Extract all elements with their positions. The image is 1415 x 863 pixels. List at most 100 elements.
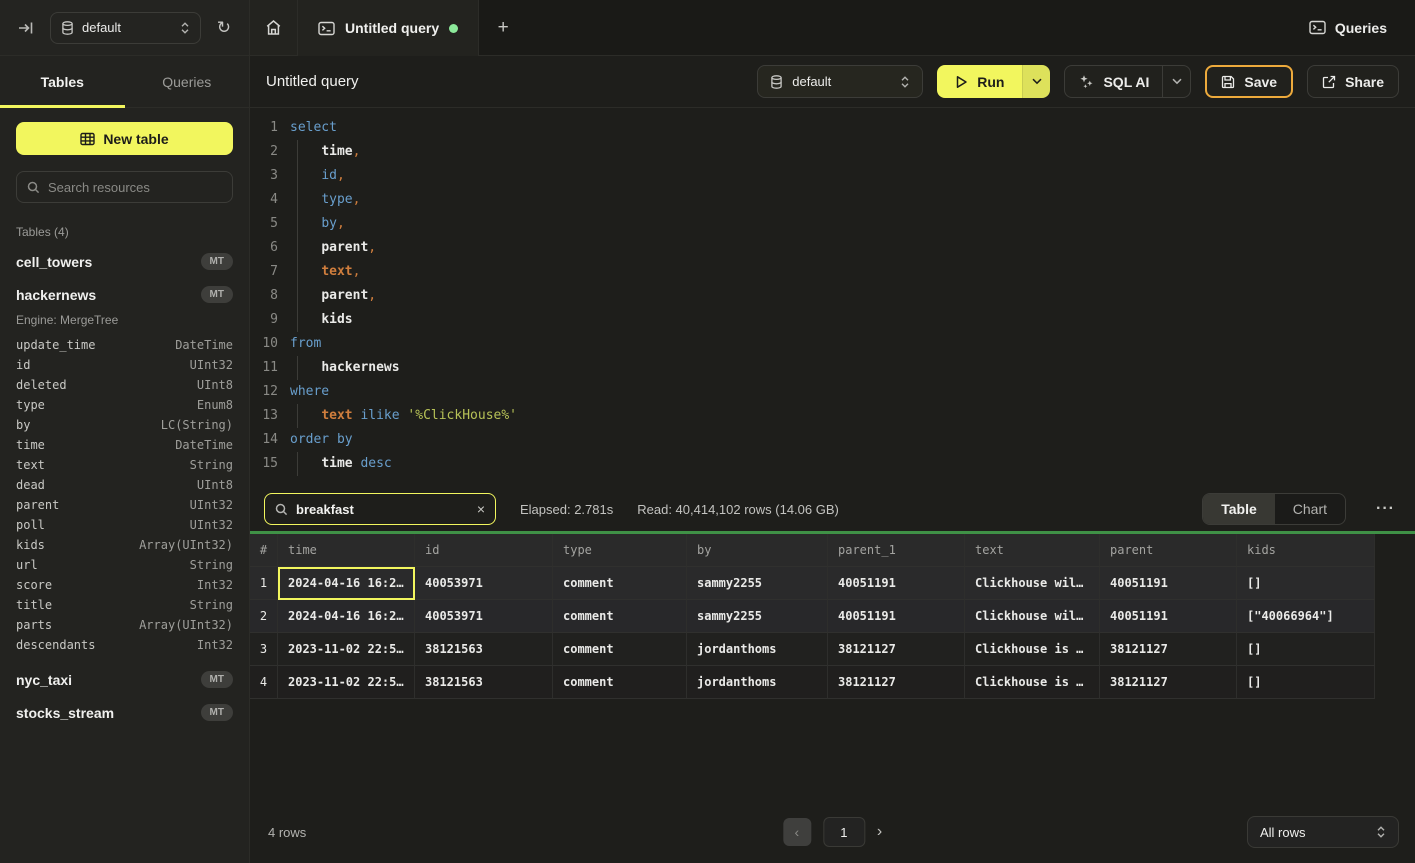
column-header[interactable]: text <box>965 534 1100 567</box>
table-column-row[interactable]: typeEnum8 <box>16 395 233 415</box>
table-column-row[interactable]: timeDateTime <box>16 435 233 455</box>
view-toggle-table[interactable]: Table <box>1203 494 1275 524</box>
column-header[interactable]: parent <box>1100 534 1237 567</box>
table-column-row[interactable]: byLC(String) <box>16 415 233 435</box>
collapse-sidebar-button[interactable] <box>14 16 38 40</box>
table-cell[interactable]: [] <box>1237 633 1375 666</box>
table-column-row[interactable]: parentUInt32 <box>16 495 233 515</box>
results-more-button[interactable]: ··· <box>1370 496 1401 522</box>
column-header[interactable]: kids <box>1237 534 1375 567</box>
table-cell[interactable]: 38121127 <box>828 633 965 666</box>
toolbar-database-selector[interactable]: default <box>757 65 923 98</box>
table-list-item[interactable]: cell_towersMT <box>16 245 233 278</box>
table-column-row[interactable]: partsArray(UInt32) <box>16 615 233 635</box>
sidebar-search[interactable] <box>16 171 233 203</box>
table-cell[interactable]: [] <box>1237 666 1375 699</box>
column-header[interactable]: # <box>250 534 278 567</box>
view-toggle-chart[interactable]: Chart <box>1275 494 1345 524</box>
table-list-item[interactable]: hackernewsMT <box>16 278 233 311</box>
column-header[interactable]: id <box>415 534 553 567</box>
table-cell[interactable]: Clickhouse is a … <box>965 633 1100 666</box>
sidebar-search-input[interactable] <box>48 180 222 195</box>
table-column-row[interactable]: update_timeDateTime <box>16 335 233 355</box>
table-list-item[interactable]: nyc_taxiMT <box>16 663 233 696</box>
table-column-row[interactable]: deletedUInt8 <box>16 375 233 395</box>
table-cell[interactable]: comment <box>553 567 687 600</box>
table-cell[interactable]: 40051191 <box>828 600 965 633</box>
code-line[interactable]: 10from <box>250 332 1415 356</box>
refresh-button[interactable]: ↻ <box>213 14 235 42</box>
code-line[interactable]: 6 parent, <box>250 236 1415 260</box>
page-size-selector[interactable]: All rows <box>1247 816 1399 848</box>
table-cell[interactable]: comment <box>553 633 687 666</box>
table-cell[interactable]: 2024-04-16 16:24… <box>278 567 415 600</box>
table-column-row[interactable]: deadUInt8 <box>16 475 233 495</box>
new-table-button[interactable]: New table <box>16 122 233 155</box>
code-line[interactable]: 9 kids <box>250 308 1415 332</box>
results-search-input[interactable] <box>296 502 469 517</box>
sidebar-tab-queries[interactable]: Queries <box>125 56 250 107</box>
table-cell[interactable]: Clickhouse will … <box>965 567 1100 600</box>
table-column-row[interactable]: pollUInt32 <box>16 515 233 535</box>
table-cell[interactable]: jordanthoms <box>687 633 828 666</box>
table-cell[interactable]: 38121127 <box>828 666 965 699</box>
code-line[interactable]: 11 hackernews <box>250 356 1415 380</box>
queries-link[interactable]: Queries <box>1281 0 1415 55</box>
page-number[interactable]: 1 <box>823 817 865 847</box>
code-line[interactable]: 13 text ilike '%ClickHouse%' <box>250 404 1415 428</box>
code-line[interactable]: 14order by <box>250 428 1415 452</box>
table-cell[interactable]: jordanthoms <box>687 666 828 699</box>
table-column-row[interactable]: descendantsInt32 <box>16 635 233 655</box>
column-header[interactable]: parent_1 <box>828 534 965 567</box>
table-cell[interactable]: 38121127 <box>1100 633 1237 666</box>
home-button[interactable] <box>250 0 298 55</box>
table-cell[interactable]: [] <box>1237 567 1375 600</box>
table-cell[interactable]: 2023-11-02 22:56… <box>278 633 415 666</box>
table-column-row[interactable]: scoreInt32 <box>16 575 233 595</box>
sql-ai-button[interactable]: SQL AI <box>1064 65 1191 98</box>
results-search[interactable]: × <box>264 493 496 525</box>
column-header[interactable]: type <box>553 534 687 567</box>
new-tab-button[interactable]: + <box>479 0 527 55</box>
table-cell[interactable]: 40053971 <box>415 567 553 600</box>
table-column-row[interactable]: kidsArray(UInt32) <box>16 535 233 555</box>
sidebar-tab-tables[interactable]: Tables <box>0 56 125 107</box>
table-cell[interactable]: 38121127 <box>1100 666 1237 699</box>
code-line[interactable]: 1select <box>250 116 1415 140</box>
code-line[interactable]: 3 id, <box>250 164 1415 188</box>
clear-search-button[interactable]: × <box>477 501 485 517</box>
table-column-row[interactable]: urlString <box>16 555 233 575</box>
code-line[interactable]: 4 type, <box>250 188 1415 212</box>
column-header[interactable]: by <box>687 534 828 567</box>
share-button[interactable]: Share <box>1307 65 1399 98</box>
table-cell[interactable]: 40051191 <box>1100 600 1237 633</box>
sql-editor[interactable]: 1select2 time,3 id,4 type,5 by,6 parent,… <box>250 108 1415 487</box>
code-line[interactable]: 7 text, <box>250 260 1415 284</box>
next-page-button[interactable]: › <box>877 823 882 841</box>
table-cell[interactable]: 38121563 <box>415 666 553 699</box>
table-column-row[interactable]: titleString <box>16 595 233 615</box>
tab-untitled-query[interactable]: Untitled query <box>298 0 479 56</box>
table-cell[interactable]: Clickhouse will … <box>965 600 1100 633</box>
table-cell[interactable]: ["40066964"] <box>1237 600 1375 633</box>
table-cell[interactable]: 38121563 <box>415 633 553 666</box>
table-column-row[interactable]: textString <box>16 455 233 475</box>
code-line[interactable]: 15 time desc <box>250 452 1415 476</box>
table-cell[interactable]: 40051191 <box>828 567 965 600</box>
table-cell[interactable]: comment <box>553 666 687 699</box>
code-line[interactable]: 8 parent, <box>250 284 1415 308</box>
table-cell[interactable]: sammy2255 <box>687 600 828 633</box>
column-header[interactable]: time <box>278 534 415 567</box>
table-cell[interactable]: 40053971 <box>415 600 553 633</box>
table-cell[interactable]: sammy2255 <box>687 567 828 600</box>
table-cell[interactable]: Clickhouse is a … <box>965 666 1100 699</box>
table-list-item[interactable]: stocks_streamMT <box>16 696 233 729</box>
code-line[interactable]: 12where <box>250 380 1415 404</box>
table-column-row[interactable]: idUInt32 <box>16 355 233 375</box>
table-cell[interactable]: 40051191 <box>1100 567 1237 600</box>
table-cell[interactable]: 2023-11-02 22:56… <box>278 666 415 699</box>
table-cell[interactable]: 2024-04-16 16:24… <box>278 600 415 633</box>
database-selector[interactable]: default <box>50 12 201 44</box>
run-options-button[interactable] <box>1022 65 1050 98</box>
prev-page-button[interactable]: ‹ <box>783 818 811 846</box>
